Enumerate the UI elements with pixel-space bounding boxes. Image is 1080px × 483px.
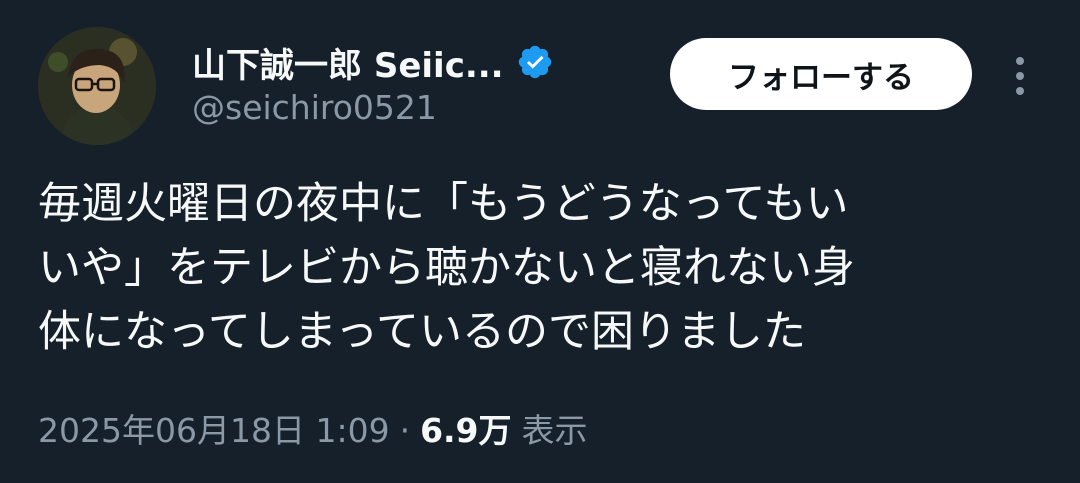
tweet-text-line: 体になってしまっているので困りました xyxy=(38,307,806,357)
verified-badge-icon[interactable] xyxy=(516,43,554,81)
avatar[interactable] xyxy=(38,27,156,145)
meta-separator: · xyxy=(399,411,411,450)
tweet-text: 毎週火曜日の夜中に「もうどうなってもい いや」をテレビから聴かないと寝れない身 … xyxy=(38,172,1048,364)
user-handle[interactable]: @seichiro0521 xyxy=(192,88,437,127)
views-label: 表示 xyxy=(521,411,588,450)
views-count[interactable]: 6.9万 xyxy=(420,404,511,452)
tweet-text-line: いや」をテレビから聴かないと寝れない身 xyxy=(38,243,855,293)
more-options-icon[interactable] xyxy=(1000,48,1040,104)
tweet-timestamp[interactable]: 2025年06月18日 1:09 xyxy=(38,404,390,452)
tweet-card: 山下誠一郎 Seiic... @seichiro0521 フォローする 毎週火曜… xyxy=(0,0,1080,483)
more-dot xyxy=(1016,72,1024,80)
tweet-meta: 2025年06月18日 1:09 · 6.9万 表示 xyxy=(38,404,588,452)
name-row: 山下誠一郎 Seiic... xyxy=(192,38,554,86)
more-dot xyxy=(1016,57,1024,65)
follow-button[interactable]: フォローする xyxy=(670,38,972,110)
display-name[interactable]: 山下誠一郎 Seiic... xyxy=(192,38,504,87)
tweet-text-line: 毎週火曜日の夜中に「もうどうなってもい xyxy=(38,179,849,229)
more-dot xyxy=(1016,87,1024,95)
avatar-image xyxy=(38,27,156,145)
